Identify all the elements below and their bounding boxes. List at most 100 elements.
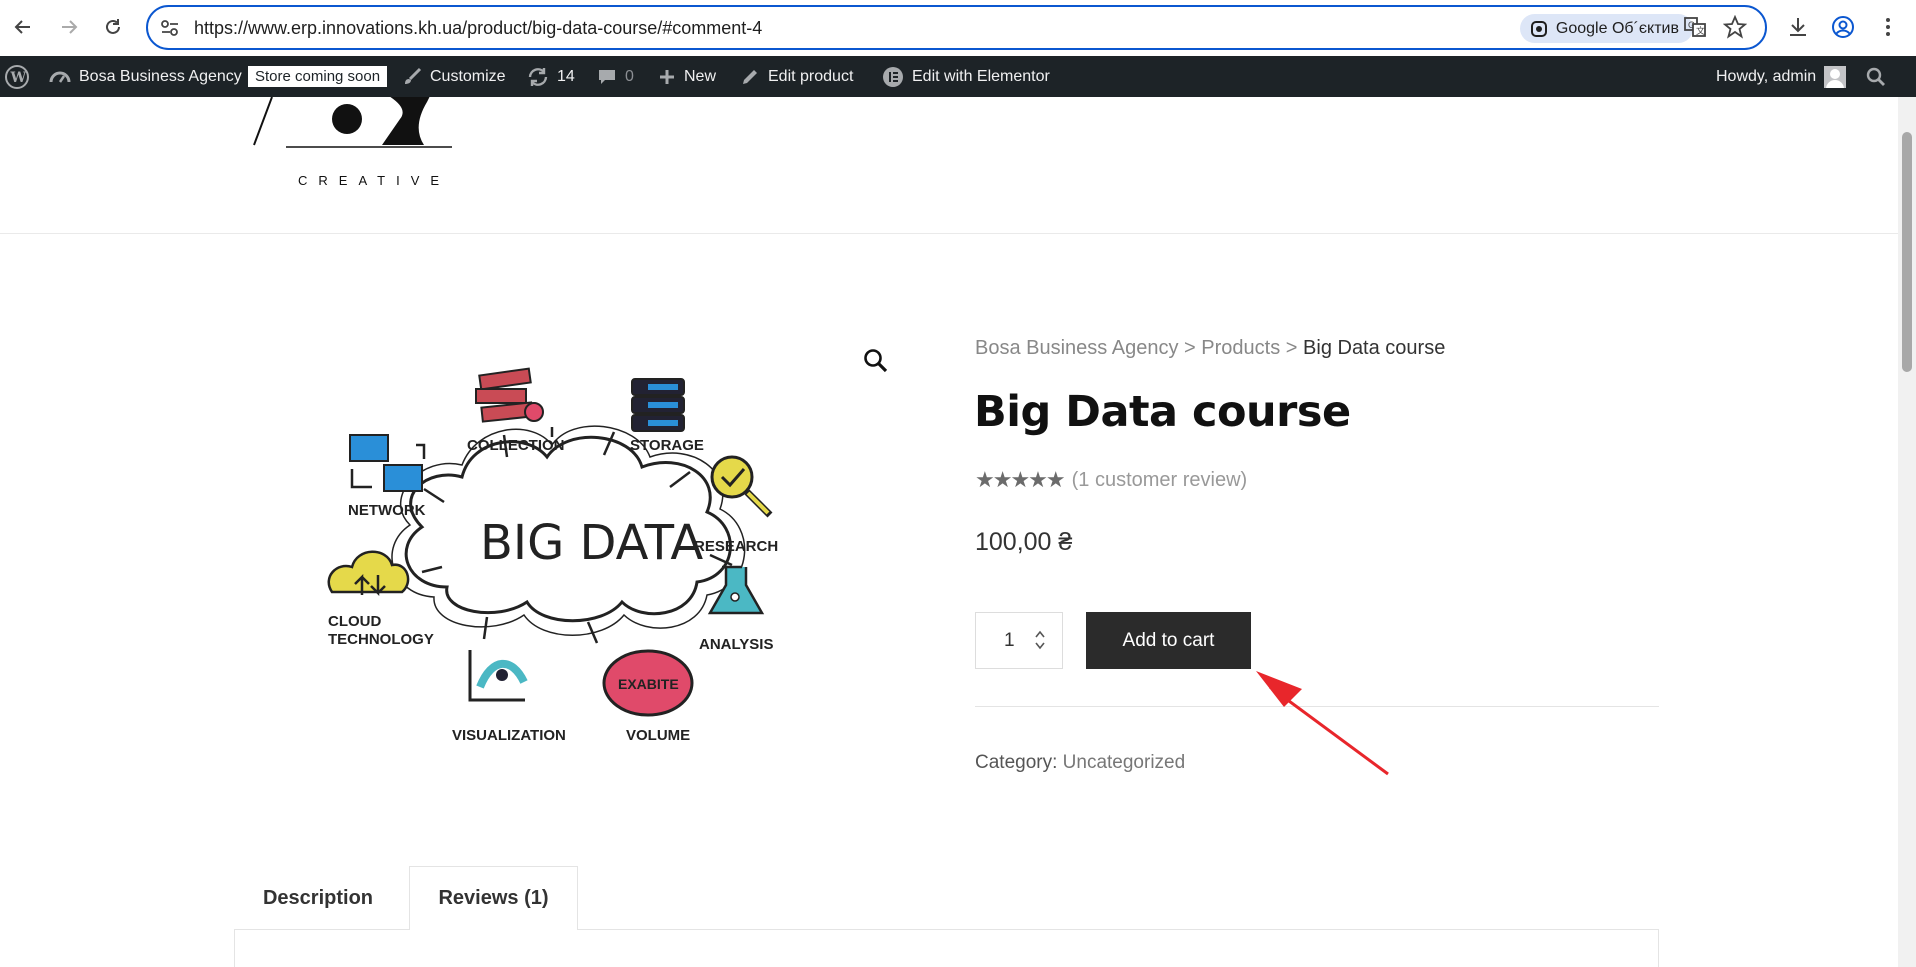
new-label[interactable]: New xyxy=(684,68,716,86)
add-to-cart-button[interactable]: Add to cart xyxy=(1086,612,1251,669)
review-link[interactable]: (1 customer review) xyxy=(1072,469,1248,492)
account-menu[interactable]: Howdy, admin xyxy=(1716,56,1847,97)
quantity-spinner-icon[interactable] xyxy=(1034,629,1046,651)
site-name-menu[interactable]: Bosa Business Agency xyxy=(49,56,242,97)
edit-product-label[interactable]: Edit product xyxy=(768,68,853,86)
reload-icon xyxy=(106,19,120,34)
pencil-icon xyxy=(743,69,757,84)
site-name[interactable]: Bosa Business Agency xyxy=(79,68,242,86)
cloud-technology-illustration xyxy=(327,550,410,597)
page-scrollbar[interactable] xyxy=(1898,97,1916,967)
reload-button[interactable] xyxy=(98,12,128,42)
visualization-illustration xyxy=(468,650,528,702)
wordpress-logo-menu[interactable]: W xyxy=(4,56,30,97)
collection-illustration xyxy=(475,367,544,423)
customize-link[interactable]: Customize xyxy=(402,56,506,97)
divider xyxy=(975,706,1659,707)
updates-count[interactable]: 14 xyxy=(557,68,575,86)
product-tabs: Description Reviews (1) xyxy=(234,866,1659,967)
comments-count[interactable]: 0 xyxy=(625,68,634,86)
updates-icon xyxy=(528,67,548,86)
breadcrumb-current: Big Data course xyxy=(1303,337,1446,359)
quantity-value[interactable]: 1 xyxy=(1004,630,1015,652)
back-button[interactable] xyxy=(8,12,38,42)
product-rating: ★★★★★ (1 customer review) xyxy=(975,467,1247,493)
download-icon xyxy=(1790,18,1806,36)
image-label-visualization: VISUALIZATION xyxy=(452,727,566,744)
image-label-network: NETWORK xyxy=(348,502,426,519)
breadcrumb: Bosa Business Agency > Products > Big Da… xyxy=(975,337,1445,360)
search-icon xyxy=(1866,67,1885,86)
image-label-cloud-line2: TECHNOLOGY xyxy=(328,631,434,648)
category-link[interactable]: Uncategorized xyxy=(1063,752,1186,773)
image-label-volume: VOLUME xyxy=(626,727,690,744)
volume-illustration: EXABITE xyxy=(602,649,694,717)
new-content-menu[interactable]: New xyxy=(658,56,716,97)
quantity-stepper[interactable]: 1 xyxy=(975,612,1063,669)
image-label-research: RESEARCH xyxy=(694,538,778,555)
store-status-badge[interactable]: Store coming soon xyxy=(248,56,388,97)
svg-text:W: W xyxy=(10,70,27,86)
downloads-button[interactable] xyxy=(1784,13,1812,41)
image-label-analysis: ANALYSIS xyxy=(699,636,773,653)
admin-search[interactable] xyxy=(1866,56,1886,97)
wp-admin-bar: W Bosa Business Agency Store coming soon… xyxy=(0,56,1916,97)
translate-icon: G文 xyxy=(1684,17,1706,37)
address-bar[interactable]: https://www.erp.innovations.kh.ua/produc… xyxy=(146,5,1767,50)
rating-stars: ★★★★★ xyxy=(975,467,1066,492)
site-settings-icon[interactable] xyxy=(160,19,180,37)
star-icon xyxy=(1722,14,1748,39)
translate-button[interactable]: G文 xyxy=(1683,15,1707,39)
customize-label[interactable]: Customize xyxy=(430,68,506,86)
site-header: CREATIVE xyxy=(0,97,1898,234)
image-label-storage: STORAGE xyxy=(630,437,704,454)
edit-elementor-label[interactable]: Edit with Elementor xyxy=(912,68,1050,86)
breadcrumb-separator: > xyxy=(1285,337,1298,359)
howdy-label[interactable]: Howdy, admin xyxy=(1716,68,1816,86)
back-arrow-icon xyxy=(14,20,30,34)
image-label-collection: COLLECTION xyxy=(467,437,565,454)
tab-reviews[interactable]: Reviews (1) xyxy=(409,866,578,930)
product-image[interactable]: BIG DATA COLLECTION STORAGE NETWORK RESE… xyxy=(312,337,852,757)
lens-label: Google Об´єктив xyxy=(1555,19,1679,37)
scrollbar-thumb[interactable] xyxy=(1902,132,1912,372)
image-label-exabite: EXABITE xyxy=(618,676,679,692)
image-label-center: BIG DATA xyxy=(480,515,703,571)
category-label: Category: xyxy=(975,752,1058,773)
dashboard-icon xyxy=(49,71,71,83)
comment-bubble-icon xyxy=(599,69,615,84)
tab-description[interactable]: Description xyxy=(234,866,402,930)
profile-button[interactable] xyxy=(1829,13,1857,41)
logo-text: CREATIVE xyxy=(298,173,451,188)
breadcrumb-products[interactable]: Products xyxy=(1201,337,1280,359)
elementor-icon xyxy=(883,66,903,87)
updates-link[interactable]: 14 xyxy=(527,56,575,97)
url-text[interactable]: https://www.erp.innovations.kh.ua/produc… xyxy=(194,18,762,39)
product-category: Category: Uncategorized xyxy=(975,752,1185,774)
image-zoom-icon[interactable] xyxy=(862,347,890,375)
tab-panel xyxy=(234,929,1659,967)
store-badge-text[interactable]: Store coming soon xyxy=(248,66,388,87)
product-price: 100,00 ₴ xyxy=(975,528,1073,556)
kebab-menu-icon xyxy=(1886,18,1890,36)
svg-text:文: 文 xyxy=(1696,25,1705,36)
edit-with-elementor-link[interactable]: Edit with Elementor xyxy=(882,56,1050,97)
bookmark-star-button[interactable] xyxy=(1722,14,1748,39)
browser-menu-button[interactable] xyxy=(1874,13,1902,41)
lens-icon xyxy=(1530,20,1547,37)
breadcrumb-separator: > xyxy=(1184,337,1196,359)
paintbrush-icon xyxy=(405,67,422,84)
forward-arrow-icon xyxy=(62,20,78,34)
browser-toolbar: https://www.erp.innovations.kh.ua/produc… xyxy=(0,0,1916,56)
plus-icon xyxy=(660,69,674,84)
wordpress-icon: W xyxy=(5,64,29,89)
comments-link[interactable]: 0 xyxy=(597,56,634,97)
storage-illustration xyxy=(631,378,685,432)
avatar[interactable] xyxy=(1824,65,1847,88)
forward-button[interactable] xyxy=(54,12,84,42)
google-lens-button[interactable]: Google Об´єктив xyxy=(1519,14,1693,43)
edit-product-link[interactable]: Edit product xyxy=(740,56,853,97)
product-title: Big Data course xyxy=(974,387,1351,437)
page-content: CREATIVE BIG DATA COLLECTION STORAGE NET… xyxy=(0,97,1898,967)
breadcrumb-home[interactable]: Bosa Business Agency xyxy=(975,337,1178,359)
